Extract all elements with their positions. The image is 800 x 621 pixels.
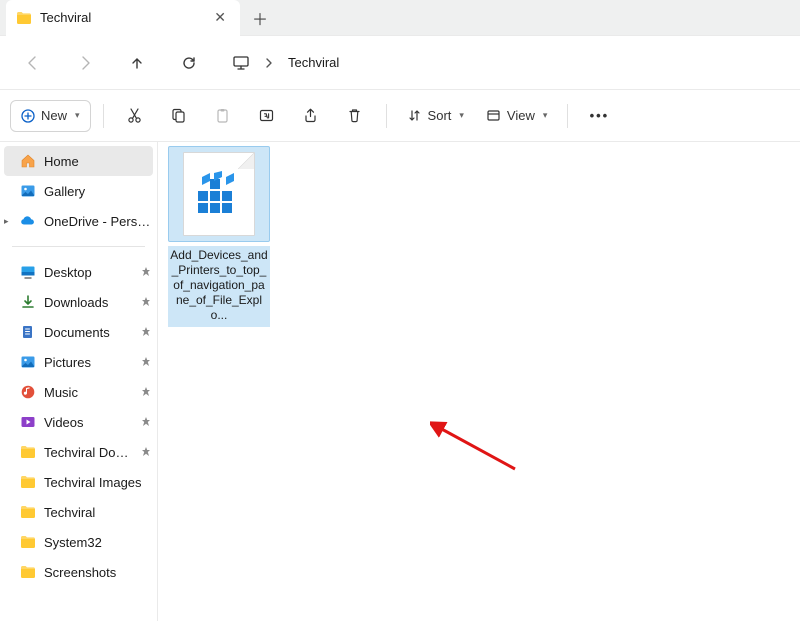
navigation-bar: Techviral <box>0 36 800 90</box>
sidebar-item-onedrive[interactable]: ▸ OneDrive - Persona <box>0 206 157 236</box>
chevron-down-icon: ▾ <box>543 110 548 121</box>
sidebar-item-label: Gallery <box>44 184 85 199</box>
view-button-label: View <box>507 108 535 123</box>
rename-button[interactable] <box>248 100 286 132</box>
sidebar-item-label: Home <box>44 154 79 169</box>
pin-icon <box>141 357 151 367</box>
tabs-bar: Techviral ✕ ＋ <box>0 0 800 36</box>
pin-icon <box>141 267 151 277</box>
sidebar-item-system32[interactable]: System32 <box>0 527 157 557</box>
music-icon <box>20 384 36 400</box>
main-area: Home Gallery ▸ OneDrive - Persona Deskto… <box>0 142 800 621</box>
sidebar-item-documents[interactable]: Documents <box>0 317 157 347</box>
pin-icon <box>141 417 151 427</box>
refresh-button[interactable] <box>174 48 204 78</box>
sidebar-item-label: OneDrive - Persona <box>44 214 151 229</box>
share-button[interactable] <box>292 100 330 132</box>
sidebar-item-techviral-images[interactable]: Techviral Images <box>0 467 157 497</box>
cut-button[interactable] <box>116 100 154 132</box>
chevron-down-icon: ▾ <box>459 110 464 121</box>
sidebar-item-music[interactable]: Music <box>0 377 157 407</box>
videos-icon <box>20 414 36 430</box>
sort-button[interactable]: Sort ▾ <box>399 100 472 132</box>
toolbar-divider <box>103 104 104 128</box>
registry-icon <box>192 171 244 223</box>
up-button[interactable] <box>122 48 152 78</box>
sidebar-item-label: Videos <box>44 415 84 430</box>
chevron-right-icon: ▸ <box>4 216 9 227</box>
sidebar-item-label: Techviral <box>44 505 95 520</box>
file-thumbnail <box>168 146 270 242</box>
chevron-down-icon: ▾ <box>75 110 80 121</box>
desktop-icon <box>20 264 36 280</box>
monitor-icon <box>232 54 250 72</box>
paste-button[interactable] <box>204 100 242 132</box>
sidebar-item-label: Downloads <box>44 295 108 310</box>
tab-title: Techviral <box>40 10 91 25</box>
folder-icon <box>20 504 36 520</box>
toolbar-divider <box>386 104 387 128</box>
folder-icon <box>20 534 36 550</box>
sidebar-item-label: Music <box>44 385 78 400</box>
new-button-label: New <box>41 108 67 123</box>
new-button[interactable]: New ▾ <box>10 100 91 132</box>
sidebar-item-label: Pictures <box>44 355 91 370</box>
pin-icon <box>141 327 151 337</box>
view-button[interactable]: View ▾ <box>478 100 555 132</box>
pin-icon <box>141 447 151 457</box>
sidebar-item-label: System32 <box>44 535 102 550</box>
sidebar-item-desktop[interactable]: Desktop <box>0 257 157 287</box>
sidebar-item-label: Techviral Images <box>44 475 142 490</box>
toolbar-divider <box>567 104 568 128</box>
downloads-icon <box>20 294 36 310</box>
sidebar-item-screenshots[interactable]: Screenshots <box>0 557 157 587</box>
sort-button-label: Sort <box>428 108 452 123</box>
back-button[interactable] <box>18 48 48 78</box>
gallery-icon <box>20 183 36 199</box>
sidebar-item-downloads[interactable]: Downloads <box>0 287 157 317</box>
documents-icon <box>20 324 36 340</box>
file-name: Add_Devices_and_Printers_to_top_of_navig… <box>168 246 270 327</box>
sidebar-item-techviral-docum[interactable]: Techviral Docum <box>0 437 157 467</box>
tab-techviral[interactable]: Techviral ✕ <box>6 0 240 36</box>
sidebar-item-label: Screenshots <box>44 565 116 580</box>
sidebar-item-videos[interactable]: Videos <box>0 407 157 437</box>
sidebar-item-techviral[interactable]: Techviral <box>0 497 157 527</box>
file-item[interactable]: Add_Devices_and_Printers_to_top_of_navig… <box>168 146 270 327</box>
folder-icon <box>16 10 32 26</box>
pin-icon <box>141 387 151 397</box>
sidebar-item-label: Techviral Docum <box>44 445 133 460</box>
sidebar: Home Gallery ▸ OneDrive - Persona Deskto… <box>0 142 158 621</box>
sidebar-item-label: Desktop <box>44 265 92 280</box>
new-tab-button[interactable]: ＋ <box>246 4 274 32</box>
toolbar: New ▾ Sort ▾ View ▾ ••• <box>0 90 800 142</box>
forward-button[interactable] <box>70 48 100 78</box>
sidebar-divider <box>12 246 145 247</box>
pictures-icon <box>20 354 36 370</box>
breadcrumb[interactable]: Techviral <box>232 54 339 72</box>
folder-icon <box>20 564 36 580</box>
close-tab-button[interactable]: ✕ <box>210 7 230 28</box>
pin-icon <box>141 297 151 307</box>
sidebar-item-gallery[interactable]: Gallery <box>0 176 157 206</box>
breadcrumb-current[interactable]: Techviral <box>288 55 339 70</box>
more-button[interactable]: ••• <box>580 100 618 132</box>
chevron-right-icon <box>264 58 274 68</box>
folder-icon <box>20 474 36 490</box>
home-icon <box>20 153 36 169</box>
copy-button[interactable] <box>160 100 198 132</box>
onedrive-icon <box>20 213 36 229</box>
sidebar-item-pictures[interactable]: Pictures <box>0 347 157 377</box>
folder-icon <box>20 444 36 460</box>
sidebar-item-label: Documents <box>44 325 110 340</box>
delete-button[interactable] <box>336 100 374 132</box>
file-list[interactable]: Add_Devices_and_Printers_to_top_of_navig… <box>158 142 800 621</box>
annotation-arrow <box>430 419 530 479</box>
sidebar-item-home[interactable]: Home <box>4 146 153 176</box>
